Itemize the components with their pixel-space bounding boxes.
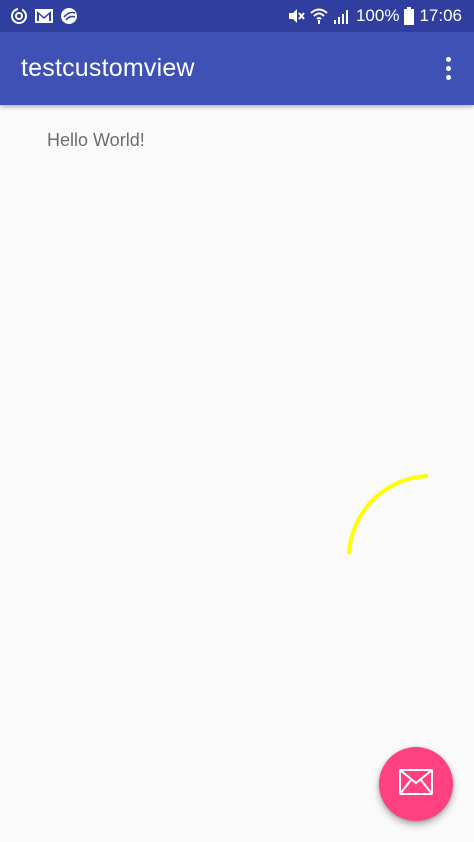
arc-shape — [347, 474, 429, 555]
email-icon — [399, 768, 433, 800]
status-bar-notifications — [10, 7, 84, 25]
app-bar: testcustomview — [0, 32, 474, 105]
battery-percent: 100% — [355, 6, 400, 25]
email-fab-button[interactable] — [379, 747, 453, 821]
weather-icon — [60, 7, 78, 25]
gmail-icon — [34, 8, 54, 24]
status-bar: 100% 17:06 — [0, 0, 474, 32]
app-title: testcustomview — [21, 54, 195, 82]
wifi-icon — [310, 7, 328, 25]
app-screen: 100% 17:06 testcustomview Hello World! — [0, 0, 474, 842]
more-vert-icon[interactable] — [436, 49, 460, 89]
status-bar-system: 100% 17:06 — [282, 6, 462, 26]
content-area: Hello World! — [0, 105, 474, 842]
custom-arc-view — [347, 474, 429, 555]
battery-icon — [404, 7, 415, 25]
signal-icon — [333, 8, 351, 24]
status-time: 17:06 — [419, 6, 462, 25]
mute-icon — [287, 7, 305, 25]
sync-icon — [10, 7, 28, 25]
